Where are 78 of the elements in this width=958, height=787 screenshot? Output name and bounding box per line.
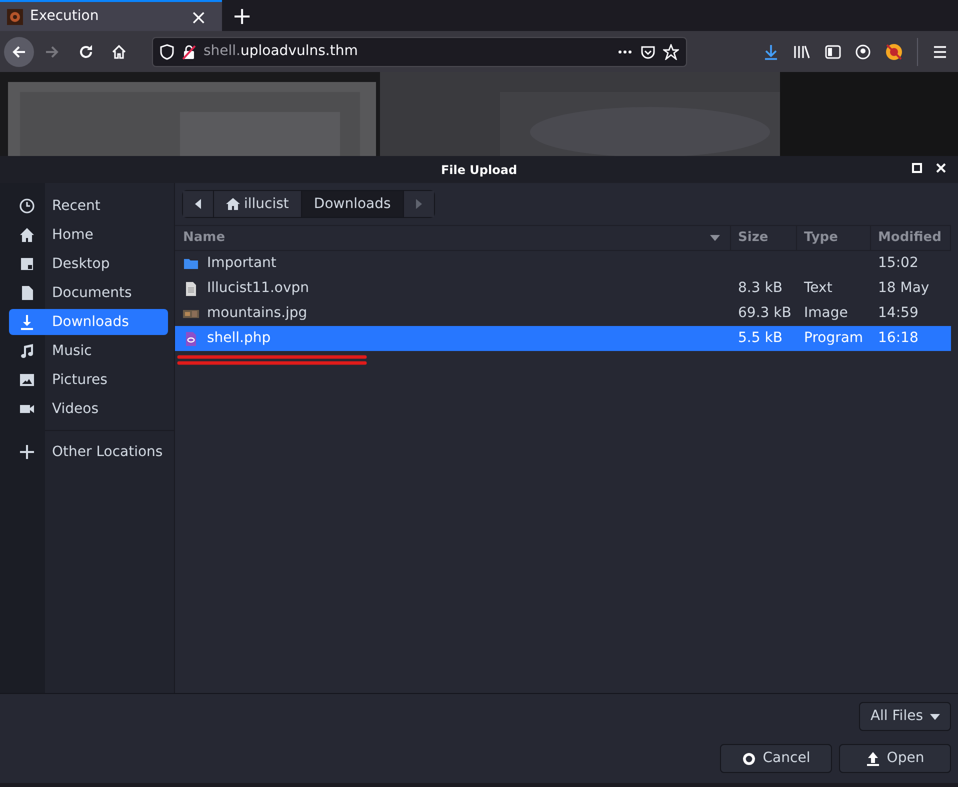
forward-arrow-icon [44,44,60,60]
file-row[interactable]: mountains.jpg 69.3 kB Image 14:59 [175,301,951,326]
file-type: Text [804,280,832,296]
dropdown-caret-icon [930,714,940,720]
extension-icon[interactable] [884,42,902,60]
open-button[interactable]: Open [839,744,951,773]
tab-title: Execution [30,7,100,26]
sidebar-item[interactable]: Home [9,222,168,248]
file-row[interactable]: shell.php 5.5 kB Program 16:18 [175,326,951,351]
path-segment-button[interactable]: illucist [214,191,302,217]
picture-icon [19,372,35,388]
file-modified: 16:18 [878,330,918,346]
sidebar-item[interactable]: Recent [9,193,168,219]
new-tab-button[interactable]: + [222,4,262,28]
file-name: shell.php [207,329,271,348]
column-header[interactable]: Modified [871,226,951,250]
account-icon[interactable] [854,44,870,60]
file-name: Illucist11.ovpn [207,279,310,298]
file-size: 69.3 kB [738,305,792,321]
back-button[interactable] [4,36,34,66]
sidebar-item[interactable]: Desktop [9,251,168,277]
maximize-icon[interactable] [912,163,922,173]
file-modified: 18 May [878,280,930,296]
upload-icon [866,752,880,766]
stop-icon [742,752,756,766]
home-icon [19,227,35,243]
address-bar[interactable]: shell.uploadvulns.thm [152,36,686,66]
favicon-icon [7,8,23,24]
sidebar-item[interactable]: Videos [9,396,168,422]
menu-icon[interactable] [932,44,948,60]
sidebar-item[interactable]: Music [9,338,168,364]
home-icon [111,44,127,60]
file-row[interactable]: Important 15:02 [175,251,951,276]
file-type: Program [804,330,864,346]
reload-icon [78,44,94,60]
close-tab-button[interactable]: × [182,6,215,26]
path-segment-button[interactable]: Downloads [302,191,404,217]
file-modified: 15:02 [878,255,918,271]
browser-tab[interactable]: Execution × [0,0,222,31]
insecure-lock-icon [180,44,196,60]
plus-icon [19,444,35,460]
sidebar-item[interactable]: Downloads [9,309,168,335]
php-file-icon [183,330,199,346]
file-type: Image [804,305,848,321]
file-name: mountains.jpg [207,304,308,323]
cancel-button[interactable]: Cancel [720,744,832,773]
sidebar-item[interactable]: Documents [9,280,168,306]
star-icon[interactable] [662,44,678,60]
left-arrow-icon [195,199,201,209]
download-icon[interactable] [762,44,778,60]
music-note-icon [19,343,35,359]
pocket-icon[interactable] [640,44,656,60]
document-icon [183,280,199,296]
sidebar-item[interactable]: Pictures [9,367,168,393]
right-arrow-icon [416,199,422,209]
sidebar-icon[interactable] [824,44,840,60]
file-size: 8.3 kB [738,280,782,296]
column-header[interactable]: Name [175,226,731,250]
column-header[interactable]: Type [797,226,871,250]
library-icon[interactable] [792,44,810,60]
dialog-title: File Upload [440,162,518,178]
file-row[interactable]: Illucist11.ovpn 8.3 kB Text 18 May [175,276,951,301]
path-back-button[interactable] [183,191,214,217]
file-name: Important [207,254,276,273]
document-icon [19,285,35,301]
column-header[interactable]: Size [731,226,797,250]
file-modified: 14:59 [878,305,918,321]
shield-icon [160,44,174,60]
download-icon [19,314,35,330]
desktop-icon [19,256,35,272]
clock-icon [19,198,35,214]
url-text: shell.uploadvulns.thm [204,42,359,61]
close-icon[interactable] [936,163,946,173]
file-type-dropdown[interactable]: All Files [859,702,951,731]
sort-down-icon [710,235,720,241]
file-size: 5.5 kB [738,330,782,346]
back-arrow-icon [10,44,26,60]
sidebar-item[interactable]: Other Locations [9,439,168,465]
